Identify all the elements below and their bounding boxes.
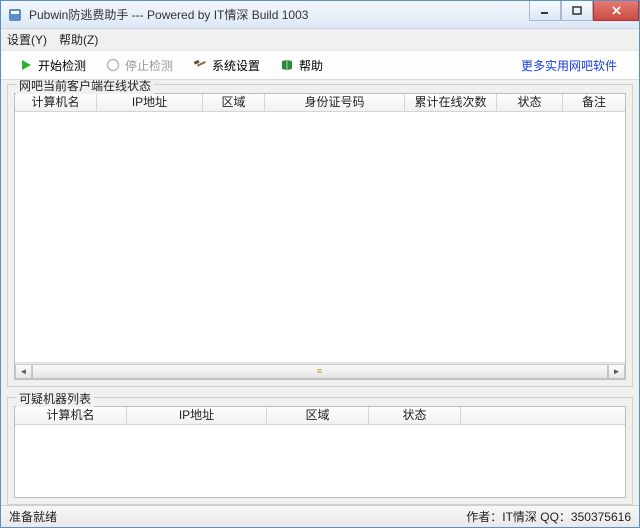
- system-settings-button[interactable]: 系统设置: [183, 51, 270, 79]
- col2-status[interactable]: 状态: [369, 407, 461, 424]
- online-clients-group: 网吧当前客户端在线状态 计算机名 IP地址 区域 身份证号码 累计在线次数 状态…: [7, 84, 633, 387]
- col-remark[interactable]: 备注: [563, 94, 625, 111]
- col2-blank[interactable]: [461, 407, 625, 424]
- suspicious-body[interactable]: [15, 425, 625, 497]
- play-icon: [19, 58, 33, 72]
- toolbar: 开始检测 停止检测 系统设置 帮助 更多实用网吧软件: [1, 50, 639, 80]
- col-computer-name[interactable]: 计算机名: [15, 94, 97, 111]
- suspicious-table[interactable]: 计算机名 IP地址 区域 状态: [14, 406, 626, 498]
- col2-ip[interactable]: IP地址: [127, 407, 267, 424]
- table-header: 计算机名 IP地址 区域 身份证号码 累计在线次数 状态 备注: [15, 94, 625, 112]
- app-icon: [7, 7, 23, 23]
- maximize-icon: [572, 6, 582, 16]
- system-settings-label: 系统设置: [212, 57, 260, 74]
- close-button[interactable]: [593, 1, 639, 21]
- help-button[interactable]: 帮助: [270, 51, 333, 79]
- scroll-track[interactable]: ≡: [32, 364, 608, 379]
- book-icon: [280, 58, 294, 72]
- scroll-right-button[interactable]: ►: [608, 364, 625, 379]
- maximize-button[interactable]: [561, 1, 593, 21]
- online-clients-table[interactable]: 计算机名 IP地址 区域 身份证号码 累计在线次数 状态 备注 ◄ ≡ ►: [14, 93, 626, 380]
- more-software-link[interactable]: 更多实用网吧软件: [521, 57, 631, 74]
- app-window: Pubwin防逃费助手 --- Powered by IT情深 Build 10…: [0, 0, 640, 528]
- table-header-2: 计算机名 IP地址 区域 状态: [15, 407, 625, 425]
- menubar: 设置(Y) 帮助(Z): [1, 29, 639, 50]
- suspicious-title: 可疑机器列表: [16, 390, 94, 407]
- minimize-button[interactable]: [529, 1, 561, 21]
- minimize-icon: [540, 6, 550, 16]
- col2-computer-name[interactable]: 计算机名: [15, 407, 127, 424]
- col-area[interactable]: 区域: [203, 94, 265, 111]
- start-detect-label: 开始检测: [38, 57, 86, 74]
- online-clients-body[interactable]: [15, 112, 625, 362]
- start-detect-button[interactable]: 开始检测: [9, 51, 96, 79]
- scroll-thumb[interactable]: ≡: [32, 364, 608, 379]
- status-ready: 准备就绪: [9, 508, 57, 525]
- window-controls: [529, 1, 639, 21]
- menu-help[interactable]: 帮助(Z): [59, 31, 98, 48]
- hammer-icon: [193, 58, 207, 72]
- statusbar: 准备就绪 作者：IT情深 QQ：350375616: [1, 505, 639, 527]
- stop-detect-label: 停止检测: [125, 57, 173, 74]
- col-online-count[interactable]: 累计在线次数: [405, 94, 497, 111]
- suspicious-group: 可疑机器列表 计算机名 IP地址 区域 状态: [7, 397, 633, 505]
- window-title: Pubwin防逃费助手 --- Powered by IT情深 Build 10…: [29, 6, 308, 23]
- col2-area[interactable]: 区域: [267, 407, 369, 424]
- titlebar[interactable]: Pubwin防逃费助手 --- Powered by IT情深 Build 10…: [1, 1, 639, 29]
- gripper-icon: ≡: [313, 365, 327, 378]
- client-area: 网吧当前客户端在线状态 计算机名 IP地址 区域 身份证号码 累计在线次数 状态…: [1, 80, 639, 505]
- close-icon: [611, 5, 622, 16]
- help-label: 帮助: [299, 57, 323, 74]
- col-ip[interactable]: IP地址: [97, 94, 203, 111]
- scroll-left-button[interactable]: ◄: [15, 364, 32, 379]
- online-clients-title: 网吧当前客户端在线状态: [16, 80, 154, 94]
- menu-settings[interactable]: 设置(Y): [7, 31, 47, 48]
- col-status[interactable]: 状态: [497, 94, 563, 111]
- status-author: 作者：IT情深 QQ：350375616: [466, 508, 631, 525]
- horizontal-scrollbar[interactable]: ◄ ≡ ►: [15, 362, 625, 379]
- stop-icon: [106, 58, 120, 72]
- stop-detect-button: 停止检测: [96, 51, 183, 79]
- col-idcard[interactable]: 身份证号码: [265, 94, 405, 111]
